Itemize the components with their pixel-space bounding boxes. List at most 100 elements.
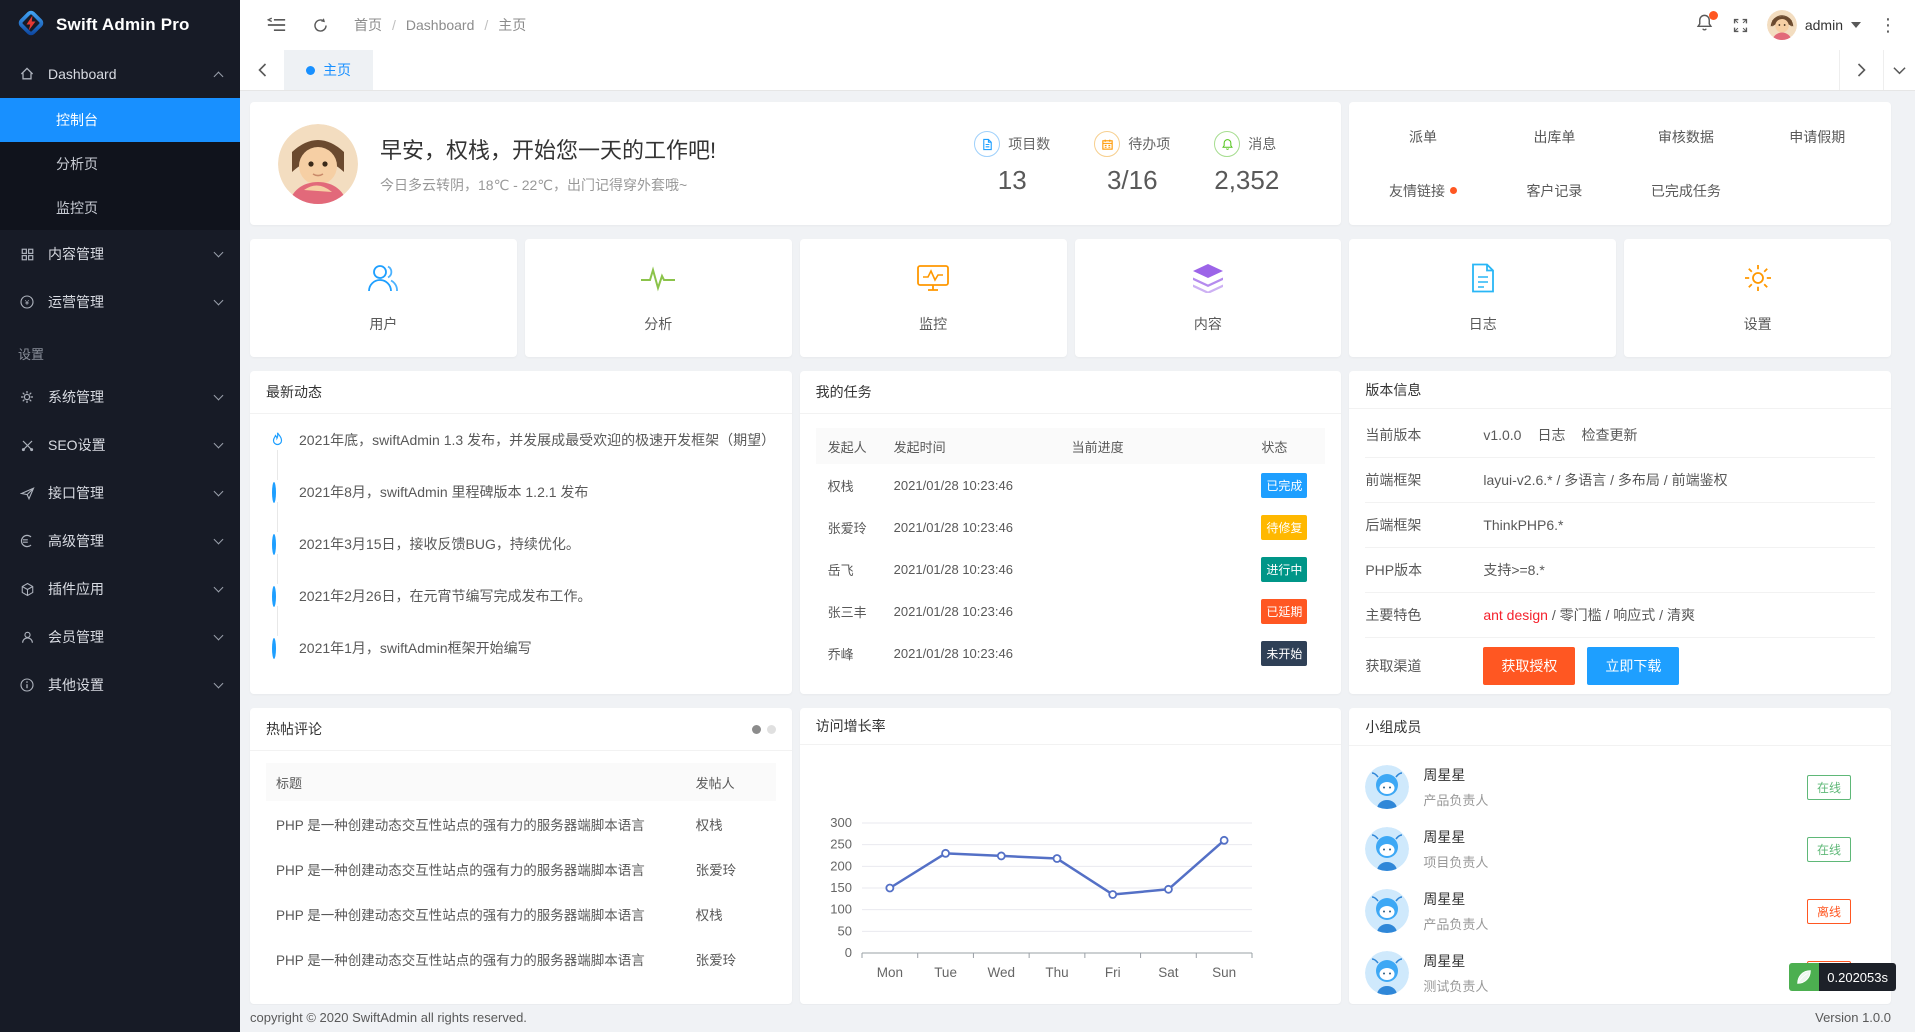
sidebar-item-api[interactable]: 接口管理 (0, 469, 240, 517)
fullscreen-icon[interactable] (1732, 7, 1749, 43)
post-author: 权栈 (696, 814, 776, 834)
post-title[interactable]: PHP 是一种创建动态交互性站点的强有力的服务器端脚本语言 (266, 904, 696, 924)
row-label: PHP版本 (1365, 560, 1483, 580)
table-row: 权栈 2021/01/28 10:23:46 已完成 (816, 464, 1326, 506)
get-license-button[interactable]: 获取授权 (1483, 647, 1575, 685)
chevron-down-icon (214, 535, 224, 545)
row-label: 前端框架 (1365, 470, 1483, 490)
check-update-link[interactable]: 检查更新 (1581, 425, 1637, 445)
shortcut-links[interactable]: 友情链接 (1357, 181, 1488, 201)
sidebar-item-content[interactable]: 内容管理 (0, 230, 240, 278)
card-title: 最新动态 (250, 371, 792, 414)
frontend-framework: layui-v2.6.* / 多语言 / 多布局 / 前端鉴权 (1483, 470, 1727, 490)
shortcut-outbound[interactable]: 出库单 (1489, 127, 1620, 147)
stat-label: 项目数 (1008, 134, 1050, 154)
stat-todos: 待办项 3/16 (1094, 131, 1170, 196)
tab-home[interactable]: 主页 (284, 50, 373, 90)
quick-card-users[interactable]: 用户 (250, 239, 517, 357)
svg-text:200: 200 (830, 858, 852, 873)
carousel-dot[interactable] (767, 725, 776, 734)
changelog-link[interactable]: 日志 (1537, 425, 1565, 445)
card-title: 小组成员 (1349, 708, 1891, 746)
quick-card-logs[interactable]: 日志 (1349, 239, 1616, 357)
task-owner: 岳飞 (816, 560, 894, 579)
feature-highlight[interactable]: ant design (1483, 607, 1548, 623)
breadcrumb-dashboard[interactable]: Dashboard (406, 17, 475, 33)
tab-scroll-right-icon[interactable] (1839, 50, 1883, 90)
download-button[interactable]: 立即下载 (1587, 647, 1679, 685)
shortcut-customers[interactable]: 客户记录 (1489, 181, 1620, 201)
avatar (1767, 10, 1797, 40)
card-title: 热帖评论 (266, 719, 322, 739)
chevron-down-icon (214, 487, 224, 497)
current-version: v1.0.0 (1483, 427, 1521, 443)
logo[interactable]: Swift Admin Pro (0, 0, 240, 50)
card-title: 访问增长率 (800, 708, 1342, 745)
sidebar-item-members[interactable]: 会员管理 (0, 613, 240, 661)
sidebar-item-label: 其他设置 (48, 675, 203, 695)
svg-text:Fri: Fri (1104, 965, 1120, 980)
sidebar-subitem-analysis[interactable]: 分析页 (0, 142, 240, 186)
task-time: 2021/01/28 10:23:46 (894, 520, 1072, 535)
member-role: 项目负责人 (1423, 852, 1488, 871)
sidebar-item-dashboard[interactable]: Dashboard (0, 50, 240, 98)
tab-scroll-left-icon[interactable] (240, 50, 284, 90)
user-menu[interactable]: admin (1767, 10, 1861, 40)
member-avatar (1365, 889, 1409, 933)
quick-label: 用户 (369, 314, 397, 334)
sidebar-item-operation[interactable]: ¥ 运营管理 (0, 278, 240, 326)
carousel-dot-active[interactable] (752, 725, 761, 734)
col-header: 发起人 (816, 437, 894, 456)
post-title[interactable]: PHP 是一种创建动态交互性站点的强有力的服务器端脚本语言 (266, 859, 696, 879)
shortcut-audit[interactable]: 审核数据 (1620, 127, 1751, 147)
task-time: 2021/01/28 10:23:46 (894, 562, 1072, 577)
yen-circle-icon: ¥ (18, 294, 36, 310)
sidebar-item-plugins[interactable]: 插件应用 (0, 565, 240, 613)
sidebar-item-advanced[interactable]: 高级管理 (0, 517, 240, 565)
member-role: 产品负责人 (1423, 914, 1488, 933)
footer: copyright © 2020 SwiftAdmin all rights r… (240, 1005, 1915, 1032)
php-version: 支持>=8.* (1483, 560, 1544, 580)
shortcut-dispatch[interactable]: 派单 (1357, 127, 1488, 147)
sidebar-item-system[interactable]: 系统管理 (0, 373, 240, 421)
sidebar-item-seo[interactable]: SEO设置 (0, 421, 240, 469)
version-card: 版本信息 当前版本 v1.0.0 日志 检查更新 前端框架 layui-v2.6… (1349, 371, 1891, 694)
timeline-item: 2021年8月，swiftAdmin 里程碑版本 1.2.1 发布 (270, 482, 774, 534)
shortcut-leave[interactable]: 申请假期 (1752, 127, 1883, 147)
quick-card-monitor[interactable]: 监控 (800, 239, 1067, 357)
shortcut-done-tasks[interactable]: 已完成任务 (1620, 181, 1751, 201)
greeting-title: 早安，权栈，开始您一天的工作吧! (380, 133, 716, 165)
tab-menu-chevron-icon[interactable] (1883, 50, 1915, 90)
post-title[interactable]: PHP 是一种创建动态交互性站点的强有力的服务器端脚本语言 (266, 949, 696, 969)
runtime-badge[interactable]: 0.202053s (1789, 963, 1896, 991)
table-row: PHP 是一种创建动态交互性站点的强有力的服务器端脚本语言 权栈 (266, 801, 776, 846)
quick-card-settings[interactable]: 设置 (1624, 239, 1891, 357)
sidebar-section-label: 设置 (0, 326, 240, 373)
quick-card-content[interactable]: 内容 (1075, 239, 1342, 357)
more-menu-icon[interactable]: ⋮ (1879, 15, 1897, 36)
chevron-up-icon (214, 71, 224, 81)
leaf-icon (1789, 963, 1819, 991)
table-row: PHP 是一种创建动态交互性站点的强有力的服务器端脚本语言 张爱玲 (266, 846, 776, 891)
collapse-sidebar-icon[interactable] (258, 7, 294, 43)
file-icon (974, 131, 1000, 157)
timeline-item: 2021年1月，swiftAdmin框架开始编写 (270, 638, 774, 690)
quick-card-analysis[interactable]: 分析 (525, 239, 792, 357)
task-owner: 权栈 (816, 476, 894, 495)
row-label: 获取渠道 (1365, 656, 1483, 676)
col-header: 标题 (266, 773, 696, 792)
sidebar-item-label: SEO设置 (48, 435, 203, 455)
sidebar-item-label: 会员管理 (48, 627, 203, 647)
breadcrumb-home[interactable]: 首页 (354, 15, 382, 35)
post-title[interactable]: PHP 是一种创建动态交互性站点的强有力的服务器端脚本语言 (266, 814, 696, 834)
sidebar-subitem-console[interactable]: 控制台 (0, 98, 240, 142)
sidebar-subitem-monitor[interactable]: 监控页 (0, 186, 240, 230)
tools-icon (18, 438, 36, 453)
grid-icon (18, 247, 36, 262)
monitor-icon (916, 263, 950, 298)
tabbar: 主页 (240, 50, 1915, 91)
refresh-icon[interactable] (302, 7, 338, 43)
notifications-bell-icon[interactable] (1695, 13, 1714, 37)
sidebar-item-other[interactable]: 其他设置 (0, 661, 240, 709)
shortcuts-card: 派单 出库单 审核数据 申请假期 友情链接 客户记录 已完成任务 (1349, 102, 1891, 225)
